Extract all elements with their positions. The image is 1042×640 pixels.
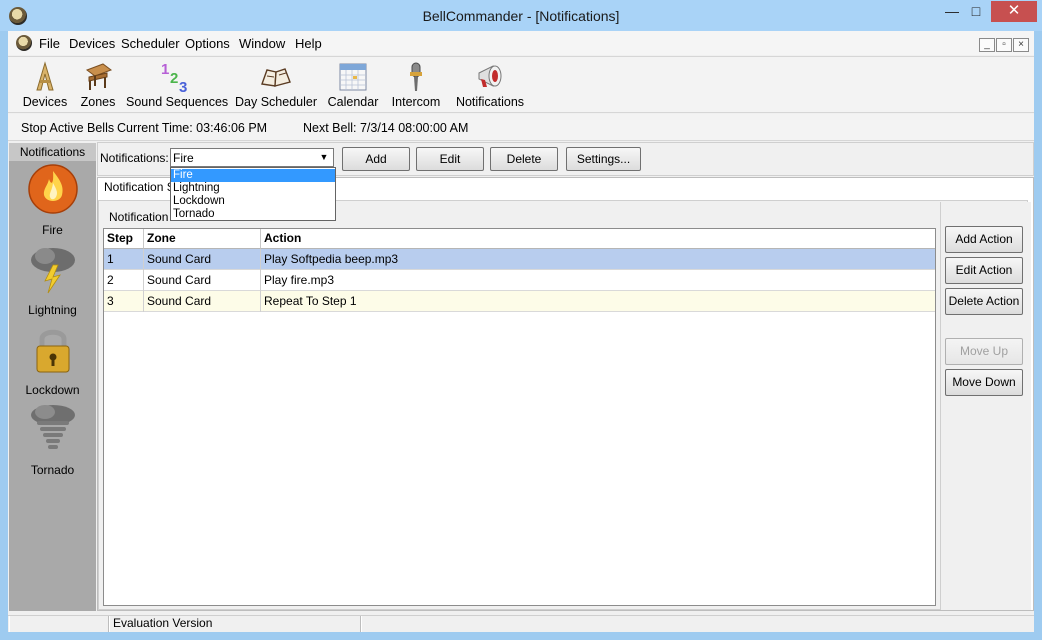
- mdi-restore-button[interactable]: ▫: [996, 38, 1012, 52]
- action-cell: Play fire.mp3: [264, 273, 335, 287]
- status-pane-empty: [9, 616, 109, 632]
- dropdown-option-lockdown[interactable]: Lockdown: [171, 195, 335, 208]
- toolbar-intercom-button[interactable]: Intercom: [388, 58, 444, 112]
- toolbar-calendar-button[interactable]: Calendar: [325, 58, 381, 112]
- move-down-button[interactable]: Move Down: [945, 369, 1023, 396]
- notifications-label: Notifications:: [100, 151, 169, 165]
- menu-file[interactable]: File: [39, 36, 60, 51]
- column-header-step[interactable]: Step: [104, 229, 144, 249]
- add-action-button[interactable]: Add Action: [945, 226, 1023, 253]
- current-time: Current Time: 03:46:06 PM: [117, 121, 268, 135]
- chevron-down-icon[interactable]: ▼: [316, 150, 332, 165]
- toolbar-notifications-button[interactable]: Notifications: [452, 58, 528, 112]
- step-cell: 1: [104, 249, 144, 270]
- dropdown-option-tornado[interactable]: Tornado: [171, 208, 335, 221]
- window-title: BellCommander - [Notifications]: [422, 8, 620, 24]
- step-cell: 3: [104, 291, 144, 312]
- menu-options[interactable]: Options: [185, 36, 230, 51]
- add-notification-button[interactable]: Add: [342, 147, 410, 171]
- table-row[interactable]: 2 Sound Card Play fire.mp3: [104, 270, 935, 291]
- column-header-zone[interactable]: Zone: [144, 229, 261, 249]
- dropdown-option-lightning[interactable]: Lightning: [171, 182, 335, 195]
- status-evaluation: Evaluation Version: [109, 616, 361, 632]
- side-item-lightning-label: Lightning: [28, 303, 77, 317]
- notifications-select-value: Fire: [173, 151, 194, 165]
- toolbar-day-scheduler-label: Day Scheduler: [235, 95, 317, 109]
- zone-cell: Sound Card: [144, 249, 261, 270]
- maximize-button[interactable]: □: [962, 1, 990, 22]
- toolbar-notifications-label: Notifications: [455, 95, 525, 109]
- settings-button[interactable]: Settings...: [566, 147, 641, 171]
- side-item-lockdown[interactable]: Lockdown: [9, 323, 96, 403]
- side-item-lockdown-label: Lockdown: [25, 383, 80, 397]
- next-bell: Next Bell: 7/3/14 08:00:00 AM: [303, 121, 469, 135]
- tornado-icon: [30, 405, 75, 449]
- document-icon[interactable]: [16, 35, 32, 51]
- toolbar-devices-button[interactable]: Devices: [20, 58, 70, 112]
- svg-text:3: 3: [179, 79, 187, 94]
- toolbar-devices-label: Devices: [22, 95, 68, 109]
- side-item-tornado[interactable]: Tornado: [9, 403, 96, 483]
- notifications-icon: [478, 65, 502, 87]
- toolbar-zones-button[interactable]: Zones: [76, 58, 120, 112]
- delete-notification-button[interactable]: Delete: [490, 147, 558, 171]
- stop-active-bells-button[interactable]: Stop Active Bells: [21, 121, 114, 135]
- menu-window[interactable]: Window: [239, 36, 285, 51]
- side-item-fire-label: Fire: [42, 223, 63, 237]
- menu-scheduler[interactable]: Scheduler: [121, 36, 180, 51]
- mdi-controls: _ ▫ ×: [978, 36, 1029, 52]
- mdi-minimize-button[interactable]: _: [979, 38, 995, 52]
- side-item-fire[interactable]: Fire: [9, 163, 96, 243]
- toolbar-sound-sequences-button[interactable]: 1 2 3 Sound Sequences: [126, 58, 229, 112]
- toolbar-day-scheduler-button[interactable]: Day Scheduler: [234, 58, 318, 112]
- menu-devices[interactable]: Devices: [69, 36, 115, 51]
- toolbar-calendar-label: Calendar: [327, 95, 379, 109]
- delete-action-button[interactable]: Delete Action: [945, 288, 1023, 315]
- notifications-select[interactable]: [170, 148, 334, 167]
- column-header-action[interactable]: Action: [261, 229, 935, 249]
- intercom-icon: [410, 62, 422, 91]
- table-row[interactable]: 3 Sound Card Repeat To Step 1: [104, 291, 935, 312]
- dropdown-option-fire[interactable]: Fire: [171, 169, 335, 182]
- move-up-button[interactable]: Move Up: [945, 338, 1023, 365]
- edit-action-button[interactable]: Edit Action: [945, 257, 1023, 284]
- menu-help[interactable]: Help: [295, 36, 322, 51]
- close-button[interactable]: ✕: [991, 1, 1037, 22]
- lightning-icon: [30, 248, 75, 294]
- zones-icon: [85, 63, 113, 90]
- side-item-tornado-label: Tornado: [30, 463, 75, 477]
- calendar-icon: [339, 63, 367, 91]
- side-panel-header: Notifications: [9, 143, 96, 161]
- side-item-lightning[interactable]: Lightning: [9, 243, 96, 323]
- zone-cell: Sound Card: [144, 291, 261, 312]
- sound-sequences-icon: 1 2 3: [161, 61, 187, 94]
- table-row[interactable]: 1 Sound Card Play Softpedia beep.mp3: [104, 249, 935, 270]
- step-cell: 2: [104, 270, 144, 291]
- fire-icon: [27, 164, 78, 214]
- svg-text:2: 2: [170, 70, 178, 87]
- day-scheduler-icon: [261, 68, 291, 87]
- devices-icon: [36, 61, 54, 91]
- lock-icon: [36, 329, 69, 373]
- toolbar-intercom-label: Intercom: [391, 95, 441, 109]
- toolbar-sound-sequences-label: Sound Sequences: [126, 95, 229, 109]
- edit-notification-button[interactable]: Edit: [416, 147, 484, 171]
- mdi-close-button[interactable]: ×: [1013, 38, 1029, 52]
- action-cell: Play Softpedia beep.mp3: [264, 252, 399, 266]
- toolbar-zones-label: Zones: [80, 95, 116, 109]
- status-pane-right: [361, 616, 1033, 632]
- action-cell: Repeat To Step 1: [264, 294, 357, 308]
- svg-text:1: 1: [161, 61, 169, 78]
- zone-cell: Sound Card: [144, 270, 261, 291]
